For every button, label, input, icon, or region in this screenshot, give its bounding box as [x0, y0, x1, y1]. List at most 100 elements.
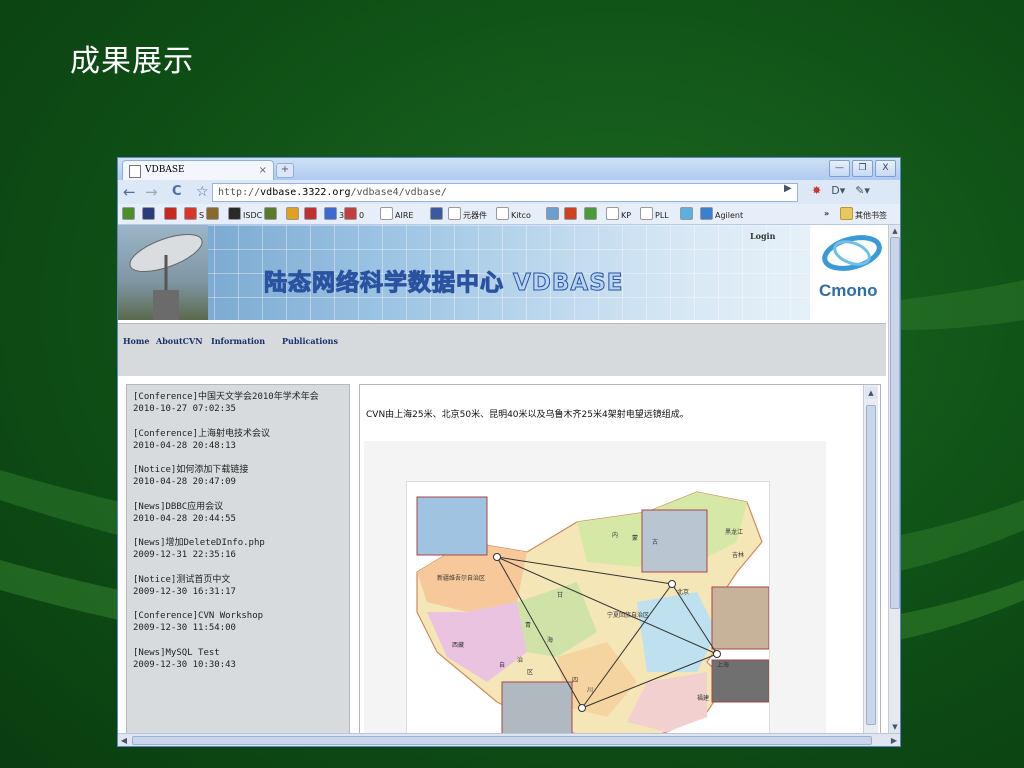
photo-urumqi [416, 496, 488, 556]
scroll-up-icon[interactable]: ▲ [889, 225, 900, 237]
go-icon[interactable]: ▶ [784, 183, 792, 194]
content-scrollbar[interactable]: ▲ [863, 385, 878, 733]
bookmark-item[interactable]: AIRE [380, 207, 413, 221]
bookmark-item[interactable] [584, 207, 599, 221]
news-title[interactable]: [News]DBBC应用会议 [133, 501, 236, 513]
map-label: 北京 [677, 588, 689, 596]
site-banner: 陆态网络科学数据中心 VDBASE Login Cmono [118, 225, 886, 320]
bookmark-icon [680, 207, 693, 220]
back-icon[interactable]: ← [123, 183, 136, 201]
scroll-down-icon[interactable]: ▼ [889, 721, 900, 733]
page-vertical-scrollbar[interactable]: ▲ ▼ [888, 225, 900, 733]
bookmark-item[interactable]: KP [606, 207, 631, 221]
news-title[interactable]: [Conference]CVN Workshop [133, 610, 263, 622]
window-controls: — ❐ X [829, 160, 896, 177]
bookmark-item[interactable] [206, 207, 221, 221]
intro-text: CVN由上海25米、北京50米、昆明40米以及乌鲁木齐25米4架射电望远镜组成。 [366, 410, 689, 420]
browser-toolbar: ← → C ☆ http://vdbase.3322.org/vdbase4/v… [118, 180, 900, 204]
bookmark-item[interactable]: 元器件 [448, 207, 487, 221]
news-title[interactable]: [Notice]如何添加下载链接 [133, 464, 248, 476]
bookmark-item[interactable] [304, 207, 319, 221]
content-scroll-thumb[interactable] [866, 405, 876, 725]
news-item[interactable]: [Conference]中国天文学会2010年学术年会 2010-10-27 07… [133, 391, 319, 415]
folder-icon [840, 207, 853, 220]
news-title[interactable]: [News]增加DeleteDInfo.php [133, 537, 265, 549]
web-page: 陆态网络科学数据中心 VDBASE Login Cmono Home About… [118, 225, 886, 733]
news-title[interactable]: [Notice]测试首页中文 [133, 574, 236, 586]
nav-aboutcvn[interactable]: AboutCVN [156, 336, 203, 346]
bookmark-item[interactable]: Kitco [496, 207, 531, 221]
bookmark-item[interactable] [680, 207, 695, 221]
reload-icon[interactable]: C [172, 183, 182, 201]
cvn-map: 新疆维吾尔自治区西藏青海甘四川内蒙古北京上海黑龙江吉林广西壮族自治区福建宁夏回族… [406, 481, 770, 733]
news-item[interactable]: [Conference]上海射电技术会议 2010-04-28 20:48:13 [133, 428, 270, 452]
bookmark-item[interactable] [564, 207, 579, 221]
close-window-button[interactable]: X [875, 160, 896, 177]
bookmarks-more-icon[interactable]: » [824, 207, 829, 221]
other-bookmarks[interactable]: 其他书签 [840, 207, 887, 221]
news-item[interactable]: [News]DBBC应用会议 2010-04-28 20:44:55 [133, 501, 236, 525]
bookmark-item[interactable] [142, 207, 157, 221]
bookmark-item[interactable] [546, 207, 561, 221]
bookmark-icon [584, 207, 597, 220]
horizontal-scroll-thumb[interactable] [132, 736, 872, 745]
map-label: 古 [652, 538, 658, 546]
news-item[interactable]: [Notice]如何添加下载链接 2010-04-28 20:47:09 [133, 464, 248, 488]
scroll-up-icon[interactable]: ▲ [865, 387, 877, 399]
address-url: http://vdbase.3322.org/vdbase4/vdbase/ [218, 187, 447, 198]
news-item[interactable]: [News]MySQL Test 2009-12-30 10:30:43 [133, 647, 236, 671]
scroll-left-icon[interactable]: ◀ [118, 734, 130, 746]
news-item[interactable]: [Conference]CVN Workshop 2009-12-30 11:54… [133, 610, 263, 634]
news-item[interactable]: [News]增加DeleteDInfo.php 2009-12-31 22:35:… [133, 537, 265, 561]
vertical-scroll-thumb[interactable] [890, 237, 900, 609]
news-date: 2010-04-28 20:44:55 [133, 513, 236, 524]
bookmark-item[interactable] [264, 207, 279, 221]
news-date: 2009-12-30 11:54:00 [133, 623, 236, 633]
nav-publications[interactable]: Publications [282, 336, 338, 346]
news-title[interactable]: [News]MySQL Test [133, 647, 236, 659]
address-bar[interactable]: http://vdbase.3322.org/vdbase4/vdbase/ [212, 183, 798, 202]
maximize-button[interactable]: ❐ [852, 160, 873, 177]
map-label: 吉林 [732, 551, 744, 559]
minimize-button[interactable]: — [829, 160, 850, 177]
bookmark-item[interactable]: ISDC [228, 207, 262, 221]
browser-tab[interactable]: VDBASE × [122, 160, 274, 181]
scroll-right-icon[interactable]: ▶ [888, 734, 900, 746]
bookmark-label: S [199, 211, 205, 220]
bookmark-label: PLL [655, 211, 669, 220]
bookmark-item[interactable]: Agilent [700, 207, 743, 221]
news-item[interactable]: [Notice]测试首页中文 2009-12-30 16:31:17 [133, 574, 236, 598]
bookmark-item[interactable] [430, 207, 445, 221]
bookmark-icon [228, 207, 241, 220]
map-label: 黑龙江 [725, 528, 743, 536]
nav-home[interactable]: Home [123, 336, 149, 346]
bookmark-item[interactable]: 0 [344, 207, 364, 221]
news-title[interactable]: [Conference]上海射电技术会议 [133, 428, 270, 440]
login-link[interactable]: Login [750, 231, 775, 241]
map-frame: 新疆维吾尔自治区西藏青海甘四川内蒙古北京上海黑龙江吉林广西壮族自治区福建宁夏回族… [364, 441, 826, 733]
main-content: CVN由上海25米、北京50米、昆明40米以及乌鲁木齐25米4架射电望远镜组成。 [359, 384, 881, 733]
page-horizontal-scrollbar[interactable]: ◀ ▶ [118, 733, 900, 746]
site-navbar: Home AboutCVN Information Publications [118, 323, 886, 376]
forward-icon[interactable]: → [145, 183, 158, 201]
bookmark-item[interactable] [286, 207, 301, 221]
bookmark-star-icon[interactable]: ☆ [196, 183, 209, 201]
bookmark-icon [380, 207, 393, 220]
bookmark-item[interactable] [164, 207, 179, 221]
map-label: 川 [587, 687, 593, 694]
bookmark-item[interactable] [122, 207, 137, 221]
map-label: 海 [547, 636, 553, 644]
new-tab-button[interactable]: + [276, 163, 294, 178]
bookmark-icon [184, 207, 197, 220]
news-title[interactable]: [Conference]中国天文学会2010年学术年会 [133, 391, 319, 403]
close-tab-icon[interactable]: × [259, 161, 267, 180]
bookmark-item[interactable]: S [184, 207, 204, 221]
news-date: 2010-04-28 20:48:13 [133, 440, 236, 451]
bookmark-item[interactable]: PLL [640, 207, 669, 221]
extension-icon[interactable]: ✸ [812, 184, 821, 197]
news-date: 2009-12-30 16:31:17 [133, 586, 236, 597]
map-label: 福建 [697, 694, 709, 702]
page-menu-icon[interactable]: D▾ [831, 184, 845, 197]
wrench-menu-icon[interactable]: ✎▾ [855, 184, 870, 197]
nav-information[interactable]: Information [211, 336, 265, 346]
